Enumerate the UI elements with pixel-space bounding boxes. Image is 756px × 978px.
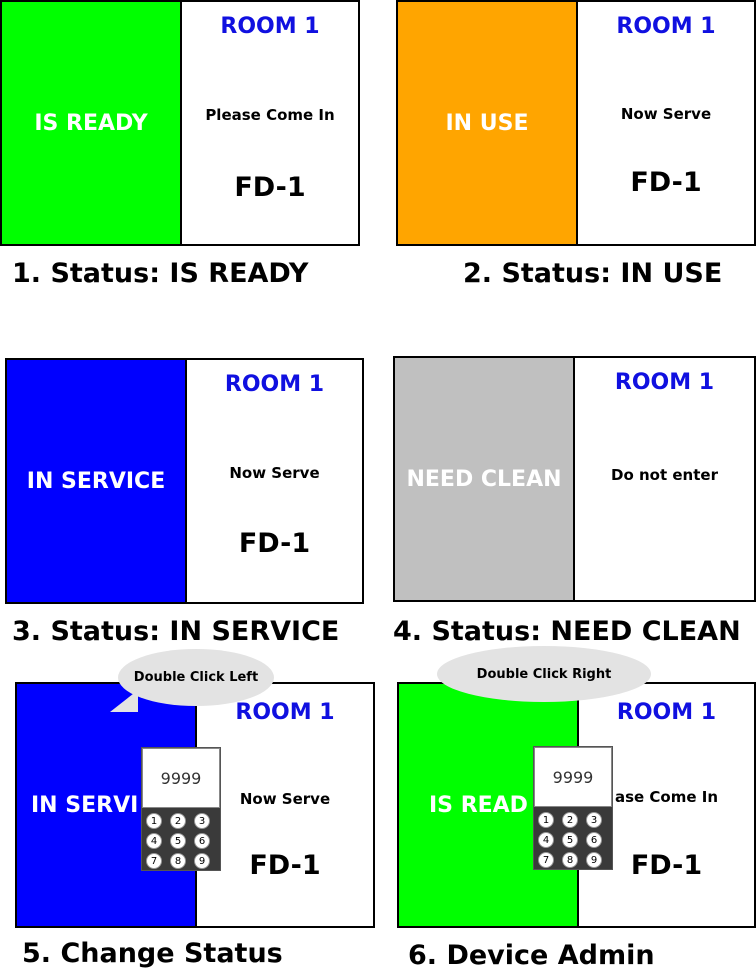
key-9[interactable]: 9 xyxy=(586,852,602,868)
status-label: IN SERVI xyxy=(31,792,139,818)
info-area-right[interactable]: ROOM 1 Please Come In FD-1 xyxy=(182,2,358,244)
status-label: NEED CLEAN xyxy=(406,466,562,492)
info-area-right[interactable]: ROOM 1 Do not enter xyxy=(575,358,754,600)
keypad-keys: 1 2 3 4 5 6 7 8 9 xyxy=(534,807,612,868)
speech-bubble-double-click-left: Double Click Left xyxy=(118,649,274,706)
status-label: IN SERVICE xyxy=(26,468,166,494)
caption-5: 5. Change Status xyxy=(22,938,283,969)
status-area-left[interactable]: IN USE xyxy=(398,2,578,244)
key-4[interactable]: 4 xyxy=(146,833,162,849)
status-label: IS READ xyxy=(429,792,528,818)
status-label: IS READY xyxy=(34,110,148,136)
room-title: ROOM 1 xyxy=(616,14,716,39)
status-area-left[interactable]: IN SERVICE xyxy=(7,360,187,602)
room-panel-1: IS READY ROOM 1 Please Come In FD-1 xyxy=(0,0,360,246)
room-title: ROOM 1 xyxy=(220,14,320,39)
key-5[interactable]: 5 xyxy=(562,832,578,848)
key-7[interactable]: 7 xyxy=(538,852,554,868)
status-area-left[interactable]: IS READY xyxy=(2,2,182,244)
status-label: IN USE xyxy=(445,110,529,136)
device-code: FD-1 xyxy=(234,172,306,203)
page: { "panels": [ { "status": "IS READY", "s… xyxy=(0,0,756,978)
bubble-text: Double Click Left xyxy=(133,670,259,685)
caption-6: 6. Device Admin xyxy=(408,940,655,971)
bubble-text: Double Click Right xyxy=(476,666,612,682)
status-message: Please Come In xyxy=(205,106,335,124)
device-code: FD-1 xyxy=(249,850,321,881)
room-panel-3: IN SERVICE ROOM 1 Now Serve FD-1 xyxy=(5,358,364,604)
key-8[interactable]: 8 xyxy=(170,853,186,869)
caption-2: 2. Status: IN USE xyxy=(463,258,723,289)
key-3[interactable]: 3 xyxy=(586,812,602,828)
key-9[interactable]: 9 xyxy=(194,853,210,869)
key-1[interactable]: 1 xyxy=(538,812,554,828)
pin-display: 9999 xyxy=(534,747,612,807)
info-area-right[interactable]: ROOM 1 Now Serve FD-1 xyxy=(197,684,373,926)
status-message: Do not enter xyxy=(611,466,718,484)
status-message: Now Serve xyxy=(239,790,331,808)
pin-keypad[interactable]: 9999 1 2 3 4 5 6 7 8 9 xyxy=(141,747,221,871)
status-message: Now Serve xyxy=(229,464,320,482)
room-title: ROOM 1 xyxy=(224,372,325,397)
caption-4: 4. Status: NEED CLEAN xyxy=(393,616,741,647)
keypad-keys: 1 2 3 4 5 6 7 8 9 xyxy=(142,808,220,869)
key-7[interactable]: 7 xyxy=(146,853,162,869)
device-code: FD-1 xyxy=(630,167,702,198)
room-title: ROOM 1 xyxy=(616,700,717,725)
caption-3: 3. Status: IN SERVICE xyxy=(12,616,340,647)
key-4[interactable]: 4 xyxy=(538,832,554,848)
device-code: FD-1 xyxy=(238,528,311,559)
pin-display: 9999 xyxy=(142,748,220,808)
speech-bubble-double-click-right: Double Click Right xyxy=(437,646,651,702)
key-3[interactable]: 3 xyxy=(194,813,210,829)
key-5[interactable]: 5 xyxy=(170,833,186,849)
room-panel-4: NEED CLEAN ROOM 1 Do not enter xyxy=(393,356,756,602)
room-title: ROOM 1 xyxy=(614,370,715,395)
key-1[interactable]: 1 xyxy=(146,813,162,829)
caption-1: 1. Status: IS READY xyxy=(12,258,309,289)
key-2[interactable]: 2 xyxy=(170,813,186,829)
room-panel-2: IN USE ROOM 1 Now Serve FD-1 xyxy=(396,0,756,246)
key-6[interactable]: 6 xyxy=(194,833,210,849)
pin-keypad[interactable]: 9999 1 2 3 4 5 6 7 8 9 xyxy=(533,746,613,870)
info-area-right[interactable]: ROOM 1 Now Serve FD-1 xyxy=(578,2,754,244)
key-2[interactable]: 2 xyxy=(562,812,578,828)
status-message: Now Serve xyxy=(620,105,712,123)
key-8[interactable]: 8 xyxy=(562,852,578,868)
info-area-right[interactable]: ROOM 1 Now Serve FD-1 xyxy=(187,360,362,602)
status-area-left[interactable]: NEED CLEAN xyxy=(395,358,575,600)
key-6[interactable]: 6 xyxy=(586,832,602,848)
